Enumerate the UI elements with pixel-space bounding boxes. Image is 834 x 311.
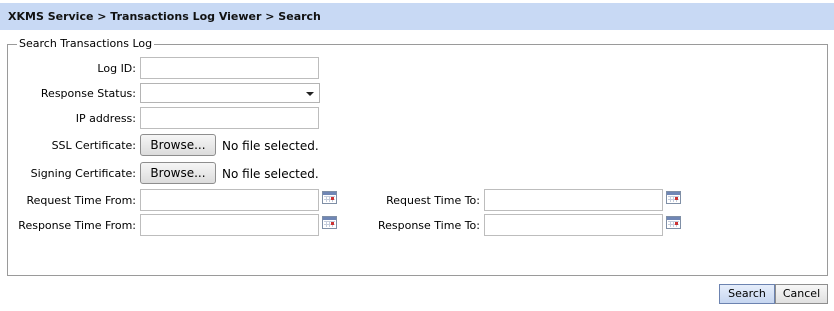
calendar-icon[interactable] [322,216,337,229]
search-button[interactable]: Search [719,284,775,304]
response-time-to-input[interactable] [484,214,663,236]
response-time-from-label: Response Time From: [18,219,136,232]
log-id-input[interactable] [140,57,319,79]
log-id-label: Log ID: [97,62,136,75]
ssl-certificate-file-status: No file selected. [222,139,319,153]
request-time-from-input[interactable] [140,189,319,211]
ip-address-input[interactable] [140,107,319,129]
signing-certificate-file-status: No file selected. [222,167,319,181]
signing-certificate-browse-button[interactable]: Browse... [140,162,216,184]
ssl-certificate-browse-button[interactable]: Browse... [140,134,216,156]
response-status-label: Response Status: [40,87,136,100]
calendar-icon[interactable] [666,191,681,204]
request-time-to-input[interactable] [484,189,663,211]
ip-address-label: IP address: [75,112,136,125]
ssl-certificate-label: SSL Certificate: [51,139,136,152]
response-status-select[interactable] [140,83,320,103]
breadcrumb: XKMS Service > Transactions Log Viewer >… [0,3,834,30]
request-time-from-label: Request Time From: [26,194,136,207]
calendar-icon[interactable] [322,191,337,204]
cancel-button[interactable]: Cancel [775,284,828,304]
request-time-to-label: Request Time To: [386,194,480,207]
fieldset-legend: Search Transactions Log [17,37,155,51]
response-time-to-label: Response Time To: [377,219,480,232]
chevron-down-icon[interactable] [306,92,314,96]
response-time-from-input[interactable] [140,214,319,236]
search-transactions-fieldset: Search Transactions Log [7,37,828,276]
calendar-icon[interactable] [666,216,681,229]
signing-certificate-label: Signing Certificate: [30,167,136,180]
